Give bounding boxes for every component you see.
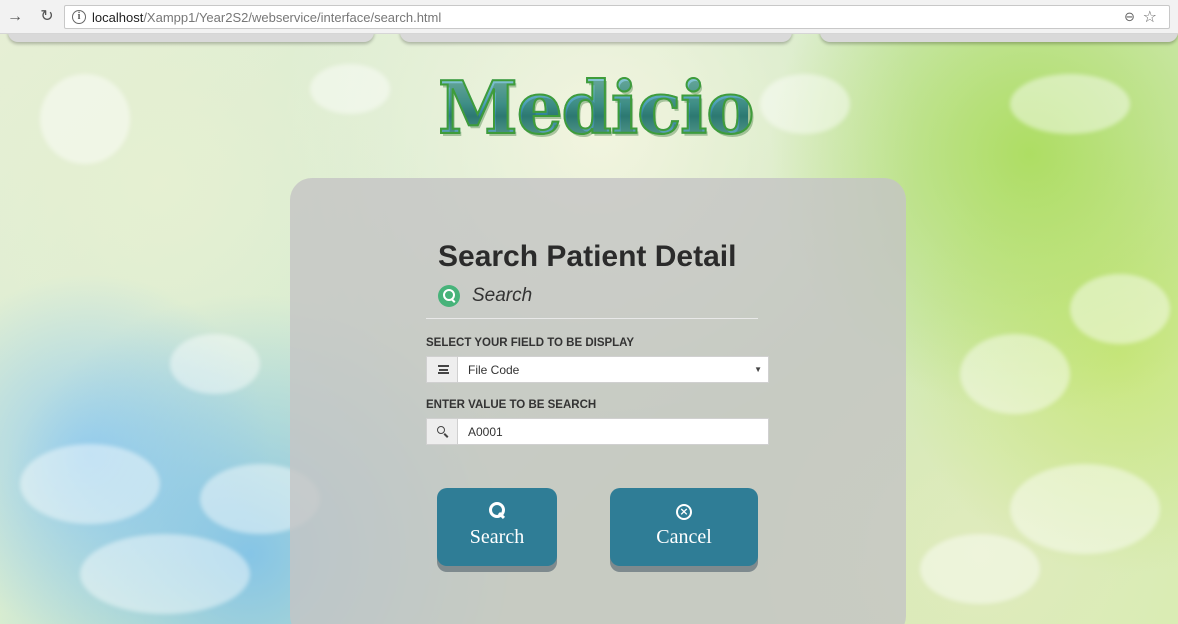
- list-icon: [437, 365, 449, 374]
- bokeh-light: [1070, 274, 1170, 344]
- bokeh-light: [920, 534, 1040, 604]
- bokeh-light: [960, 334, 1070, 414]
- page-background: Medicio Search Patient Detail Search SEL…: [0, 34, 1178, 624]
- search-value-input[interactable]: A0001: [457, 418, 769, 445]
- search-value-group: A0001: [426, 418, 769, 445]
- search-circle-icon: [438, 285, 460, 307]
- search-value-label: ENTER VALUE TO BE SEARCH: [426, 399, 597, 411]
- info-icon[interactable]: i: [72, 10, 86, 24]
- reload-icon[interactable]: ↻: [38, 8, 56, 26]
- caret-down-icon: ▼: [754, 365, 762, 374]
- url-path: /Xampp1/Year2S2/webservice/interface/sea…: [143, 10, 442, 25]
- nav-tab-middle[interactable]: [400, 34, 792, 42]
- input-addon: [426, 418, 457, 445]
- bokeh-light: [40, 74, 130, 164]
- field-select-group: File Code ▼: [426, 356, 769, 383]
- cancel-button-label: Cancel: [656, 526, 712, 548]
- search-icon: [488, 502, 506, 520]
- bokeh-light: [1010, 464, 1160, 554]
- field-select[interactable]: File Code ▼: [457, 356, 769, 383]
- browser-toolbar: → ↻ i localhost/Xampp1/Year2S2/webservic…: [0, 0, 1178, 34]
- address-bar[interactable]: i localhost/Xampp1/Year2S2/webservice/in…: [64, 5, 1170, 29]
- bokeh-light: [20, 444, 160, 524]
- forward-arrow-icon[interactable]: →: [6, 8, 24, 26]
- page-title: Search Patient Detail: [438, 240, 737, 273]
- divider: [426, 318, 758, 319]
- zoom-icon[interactable]: ⊖: [1124, 9, 1135, 25]
- field-select-value: File Code: [468, 363, 520, 377]
- url-host: localhost: [92, 10, 144, 25]
- nav-tab-right[interactable]: [820, 34, 1178, 42]
- page-subtitle: Search: [472, 285, 533, 306]
- subtitle-row: Search: [438, 284, 532, 308]
- select-addon: [426, 356, 457, 383]
- search-value-text: A0001: [468, 425, 503, 439]
- cancel-button[interactable]: × Cancel: [610, 488, 758, 566]
- bookmark-star-icon[interactable]: ☆: [1143, 7, 1157, 27]
- bokeh-light: [760, 74, 850, 134]
- search-panel: Search Patient Detail Search SELECT YOUR…: [290, 178, 906, 624]
- search-button[interactable]: Search: [437, 488, 557, 566]
- nav-tab-left[interactable]: [8, 34, 374, 42]
- site-logo: Medicio: [437, 65, 755, 150]
- select-field-label: SELECT YOUR FIELD TO BE DISPLAY: [426, 337, 635, 349]
- bokeh-light: [1010, 74, 1130, 134]
- search-icon: [436, 426, 448, 437]
- bokeh-light: [310, 64, 390, 114]
- bokeh-light: [80, 534, 250, 614]
- url-text[interactable]: localhost/Xampp1/Year2S2/webservice/inte…: [92, 10, 441, 25]
- bokeh-light: [170, 334, 260, 394]
- close-circle-icon: ×: [676, 504, 692, 520]
- search-button-label: Search: [469, 526, 525, 548]
